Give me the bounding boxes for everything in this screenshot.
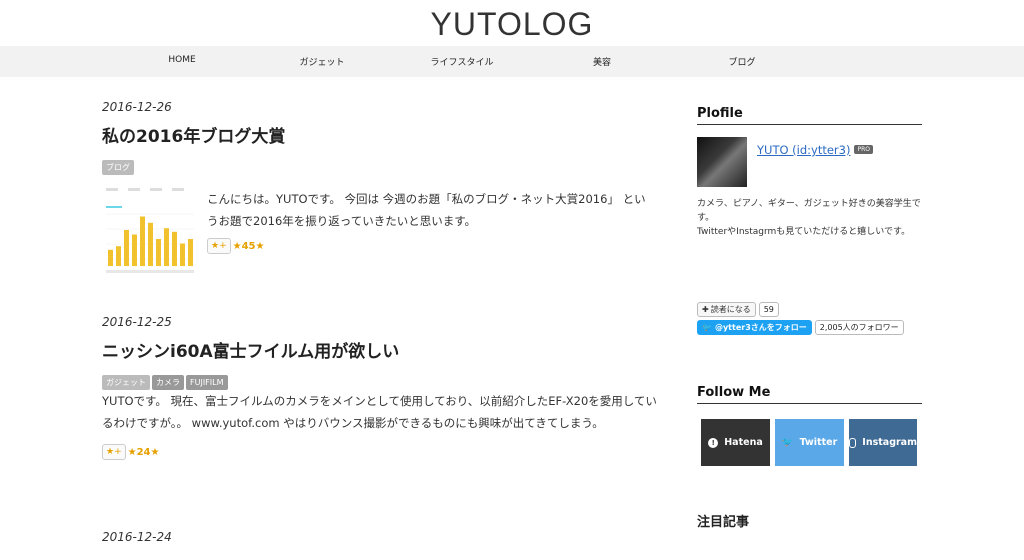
subscribe-button[interactable]: ✚ 読者になる xyxy=(697,302,756,317)
profile-card: YUTO (id:ytter3) PRO xyxy=(697,137,922,187)
thumb-bar xyxy=(148,222,153,266)
category-tag[interactable]: カメラ xyxy=(152,375,184,390)
nav-gadget[interactable]: ガジェット xyxy=(282,55,362,68)
thumbnail-chart-image xyxy=(102,184,198,282)
star-count[interactable]: ★45★ xyxy=(233,241,265,252)
thumb-bar xyxy=(132,234,137,266)
twitter-icon: 🐦 xyxy=(781,437,794,448)
entry-date[interactable]: 2016-12-26 xyxy=(102,100,662,114)
nav-blog[interactable]: ブログ xyxy=(702,55,782,68)
entry-date[interactable]: 2016-12-25 xyxy=(102,315,662,329)
global-nav: HOME ガジェット ライフスタイル 美容 ブログ xyxy=(0,46,1024,77)
add-star-button[interactable]: ★+ xyxy=(102,444,126,460)
nav-home[interactable]: HOME xyxy=(142,55,222,65)
thumb-bar xyxy=(188,239,193,266)
entry-3: 2016-12-24 xyxy=(102,530,662,544)
reader-widget: ✚ 読者になる 59 xyxy=(697,302,922,317)
thumb-bar xyxy=(108,249,113,266)
nav-lifestyle[interactable]: ライフスタイル xyxy=(422,55,502,68)
main-column: 2016-12-26 私の2016年ブログ大賞 ブログ こんにちは。YUTOです… xyxy=(102,100,662,544)
category-tag[interactable]: ガジェット xyxy=(102,375,150,390)
twitter-bird-icon: 🐦 xyxy=(702,323,712,332)
entry-2: 2016-12-25 ニッシンi60A富士フイルム用が欲しい ガジェット カメラ F… xyxy=(102,315,662,530)
thumb-bar xyxy=(124,230,129,266)
star-widget: ★+ ★24★ xyxy=(102,444,159,460)
featured-heading: 注目記事 xyxy=(697,515,750,530)
thumb-bar xyxy=(140,216,145,266)
add-star-button[interactable]: ★+ xyxy=(207,238,231,254)
twitter-follower-count: 2,005人のフォロワー xyxy=(814,320,904,335)
category-list: ブログ xyxy=(102,155,662,175)
category-tag[interactable]: ブログ xyxy=(102,160,134,175)
hatena-icon: ! xyxy=(708,437,719,448)
reader-count: 59 xyxy=(758,302,779,317)
thumb-bar xyxy=(156,239,161,266)
thumb-bar xyxy=(164,228,169,266)
twitter-widget: 🐦 @ytter3さんをフォロー 2,005人のフォロワー xyxy=(697,320,922,335)
twitter-follow-button[interactable]: 🐦 @ytter3さんをフォロー xyxy=(697,320,812,335)
nav-beauty[interactable]: 美容 xyxy=(562,55,642,68)
thumb-bar xyxy=(172,231,177,266)
thumb-bar xyxy=(180,243,185,266)
plus-icon: ✚ xyxy=(702,305,709,314)
profile-name-link[interactable]: YUTO (id:ytter3) xyxy=(757,143,850,157)
entry-excerpt: YUTOです。 現在、富士フイルムのカメラをメインとして使用しており、以前紹介し… xyxy=(102,394,657,430)
pro-badge: PRO xyxy=(854,145,873,154)
star-count[interactable]: ★24★ xyxy=(128,447,160,458)
follow-hatena-button[interactable]: ! Hatena xyxy=(701,419,770,466)
entry-thumbnail[interactable] xyxy=(102,184,198,282)
category-tag[interactable]: FUJIFILM xyxy=(186,375,228,390)
follow-instagram-button[interactable]: Instagram xyxy=(849,419,917,466)
instagram-icon xyxy=(849,437,857,448)
site-title[interactable]: YUTOLOG xyxy=(0,6,1024,43)
entry-title[interactable]: ニッシンi60A富士フイルム用が欲しい xyxy=(102,337,662,362)
profile-description-2: TwitterやInstagrmも見ていただけると嬉しいです。 xyxy=(697,227,911,237)
entry-date[interactable]: 2016-12-24 xyxy=(102,530,662,544)
star-widget: ★+ ★45★ xyxy=(207,238,264,254)
sidebar: Plofile YUTO (id:ytter3) PRO カメラ、ピアノ、ギター、… xyxy=(697,106,922,530)
follow-heading: Follow Me xyxy=(697,385,922,404)
thumb-bar xyxy=(116,246,121,266)
profile-heading: Plofile xyxy=(697,106,922,125)
entry-excerpt: こんにちは。YUTOです。 今回は 今週のお題「私のブログ・ネット大賞2016」… xyxy=(207,192,646,228)
category-list: ガジェット カメラ FUJIFILM xyxy=(102,370,662,390)
entry-title[interactable]: 私の2016年ブログ大賞 xyxy=(102,122,662,147)
entry-1: 2016-12-26 私の2016年ブログ大賞 ブログ こんにちは。YUTOです… xyxy=(102,100,662,315)
profile-description: カメラ、ピアノ、ギター、ガジェット好きの美容学生です。 xyxy=(697,199,921,223)
follow-twitter-button[interactable]: 🐦 Twitter xyxy=(775,419,844,466)
avatar[interactable] xyxy=(697,137,747,187)
